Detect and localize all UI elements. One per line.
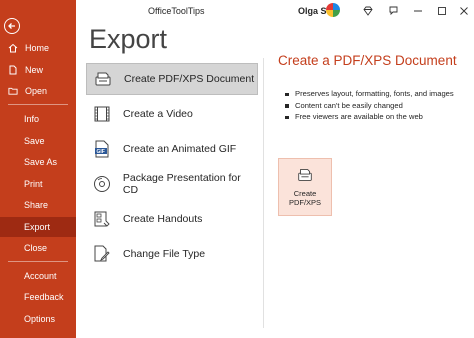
list-item: Preserves layout, formatting, fonts, and… xyxy=(284,89,469,100)
export-option-handouts[interactable]: Create Handouts xyxy=(86,203,258,235)
create-pdf-xps-button[interactable]: Create PDF/XPS xyxy=(278,158,332,216)
sidebar-divider xyxy=(8,104,68,105)
sidebar-item-label: Account xyxy=(24,271,57,281)
sidebar-item-options[interactable]: Options xyxy=(0,309,76,329)
sidebar-divider xyxy=(8,261,68,262)
export-option-change-file-type[interactable]: Change File Type xyxy=(86,238,258,270)
handouts-icon xyxy=(91,208,113,230)
feature-list: Preserves layout, formatting, fonts, and… xyxy=(284,89,469,124)
export-option-pdf[interactable]: Create PDF/XPS Document xyxy=(86,63,258,95)
sidebar-item-label: Home xyxy=(25,43,50,53)
panel-divider xyxy=(263,58,264,328)
option-label: Change File Type xyxy=(123,248,206,260)
diamond-icon[interactable] xyxy=(362,4,374,16)
sidebar-item-open[interactable]: Open xyxy=(0,81,76,101)
video-film-icon xyxy=(91,103,113,125)
sidebar-item-close[interactable]: Close xyxy=(0,238,76,258)
svg-text:GIF: GIF xyxy=(97,149,105,155)
app-title: OfficeToolTips xyxy=(148,6,205,16)
sidebar-item-label: Print xyxy=(24,179,43,189)
new-file-icon xyxy=(8,65,18,75)
sidebar-item-home[interactable]: Home xyxy=(0,38,76,58)
option-label: Create PDF/XPS Document xyxy=(124,73,255,85)
sidebar-item-label: Close xyxy=(24,243,48,253)
backstage-sidebar: Home New Open Info Save Save As Print Sh… xyxy=(0,0,76,338)
sidebar-item-label: Export xyxy=(24,222,51,232)
change-file-type-icon xyxy=(91,243,113,265)
option-label: Package Presentation for CD xyxy=(122,172,241,196)
pdf-document-icon xyxy=(296,166,314,186)
sidebar-item-feedback[interactable]: Feedback xyxy=(0,287,76,307)
sidebar-item-label: Save xyxy=(24,136,45,146)
list-item: Content can't be easily changed xyxy=(284,101,469,112)
sidebar-item-new[interactable]: New xyxy=(0,60,76,80)
sidebar-item-label: Options xyxy=(24,314,56,324)
back-arrow-icon[interactable] xyxy=(4,18,20,34)
export-option-cd[interactable]: Package Presentation for CD xyxy=(86,168,258,200)
sidebar-item-account[interactable]: Account xyxy=(0,266,76,286)
sidebar-item-info[interactable]: Info xyxy=(0,109,76,129)
restore-icon[interactable] xyxy=(436,4,448,16)
avatar[interactable] xyxy=(326,3,340,17)
export-option-gif[interactable]: GIF Create an Animated GIF xyxy=(86,133,258,165)
option-label: Create an Animated GIF xyxy=(123,143,237,155)
folder-icon xyxy=(8,86,18,96)
sidebar-item-label: Save As xyxy=(24,157,58,167)
export-option-video[interactable]: Create a Video xyxy=(86,98,258,130)
user-name[interactable]: Olga S xyxy=(298,6,327,16)
close-icon[interactable] xyxy=(458,4,470,16)
sidebar-item-export[interactable]: Export xyxy=(0,217,76,237)
option-label: Create a Video xyxy=(123,108,193,120)
sidebar-item-save[interactable]: Save xyxy=(0,131,76,151)
pdf-document-icon xyxy=(92,68,114,90)
sidebar-item-print[interactable]: Print xyxy=(0,174,76,194)
panel-title: Create a PDF/XPS Document xyxy=(278,53,457,68)
sidebar-item-label: Share xyxy=(24,200,49,210)
button-label-line1: Create xyxy=(293,189,317,198)
feedback-icon[interactable] xyxy=(388,4,400,16)
cd-icon xyxy=(91,173,113,195)
minimize-icon[interactable] xyxy=(412,4,424,16)
home-icon xyxy=(8,43,18,53)
sidebar-item-share[interactable]: Share xyxy=(0,195,76,215)
gif-icon: GIF xyxy=(91,138,113,160)
sidebar-item-label: Feedback xyxy=(24,292,64,302)
sidebar-item-label: New xyxy=(25,65,44,75)
sidebar-item-save-as[interactable]: Save As xyxy=(0,152,76,172)
option-label: Create Handouts xyxy=(123,213,203,225)
page-title: Export xyxy=(89,24,168,54)
sidebar-item-label: Open xyxy=(25,86,48,96)
sidebar-item-label: Info xyxy=(24,114,40,124)
button-label-line2: PDF/XPS xyxy=(288,198,322,207)
list-item: Free viewers are available on the web xyxy=(284,112,469,123)
